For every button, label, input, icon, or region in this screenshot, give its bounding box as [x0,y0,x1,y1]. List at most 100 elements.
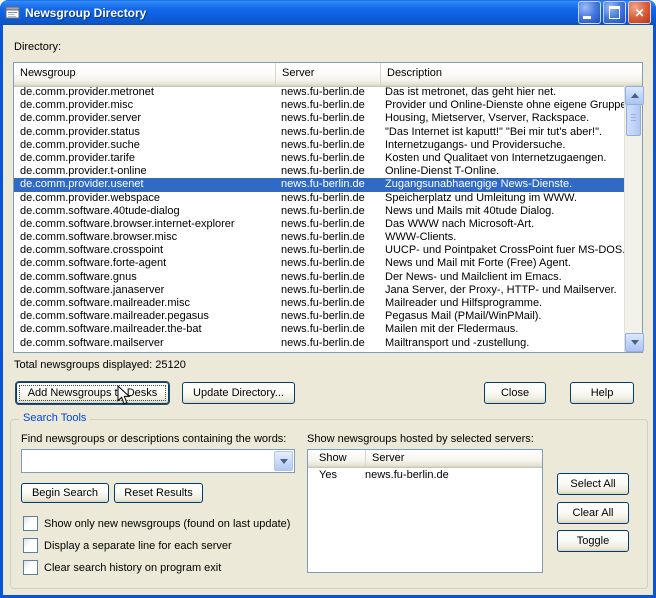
update-directory-button[interactable]: Update Directory... [182,382,295,404]
cell-newsgroup: de.comm.software.mailserver [14,337,275,350]
cell-newsgroup: de.comm.provider.usenet [14,178,275,191]
column-header-newsgroup[interactable]: Newsgroup [14,63,276,86]
table-row[interactable]: de.comm.software.browser.miscnews.fu-ber… [14,231,625,244]
cell-description: Jana Server, der Proxy-, HTTP- und Mails… [379,284,625,297]
column-header-server[interactable]: Server [276,63,381,86]
table-row[interactable]: de.comm.software.forte-agentnews.fu-berl… [14,257,625,270]
cell-newsgroup: de.comm.software.janaserver [14,284,275,297]
cell-newsgroup: de.comm.software.mailreader.misc [14,297,275,310]
cell-newsgroup: de.comm.software.browser.internet-explor… [14,218,275,231]
checkbox-row-new-newsgroups[interactable]: Show only new newsgroups (found on last … [23,516,290,531]
cell-server: news.fu-berlin.de [275,192,379,205]
cell-description: "Das Internet ist kaputt!" "Bei mir tut'… [379,126,625,139]
close-button[interactable]: ✕ [628,1,651,24]
cell-server: news.fu-berlin.de [275,139,379,152]
server-list-header: Show Server [308,450,542,468]
reset-results-button[interactable]: Reset Results [114,483,203,503]
cell-description: Provider und Online-Dienste ohne eigene … [379,99,625,112]
begin-search-button[interactable]: Begin Search [21,483,109,503]
client-area: Directory: Newsgroup Server Description … [3,25,653,595]
table-row[interactable]: de.comm.software.40tude-dialognews.fu-be… [14,205,625,218]
directory-table-body: de.comm.provider.metronetnews.fu-berlin.… [14,86,625,352]
servers-label: Show newsgroups hosted by selected serve… [307,433,534,445]
search-combobox[interactable] [21,449,295,473]
cell-newsgroup: de.comm.provider.webspace [14,192,275,205]
cell-show: Yes [308,468,365,483]
search-input[interactable] [24,452,274,470]
table-row[interactable]: de.comm.provider.suchenews.fu-berlin.deI… [14,139,625,152]
checkbox-row-separate-line[interactable]: Display a separate line for each server [23,538,232,553]
combo-dropdown-button[interactable] [274,451,293,471]
cell-description: Internetzugangs- und Providersuche. [379,139,625,152]
table-row[interactable]: de.comm.provider.statusnews.fu-berlin.de… [14,126,625,139]
total-newsgroups-label: Total newsgroups displayed: 25120 [14,359,186,371]
checkbox-new-newsgroups[interactable] [23,516,38,531]
table-row[interactable]: de.comm.provider.tarifenews.fu-berlin.de… [14,152,625,165]
cell-server: news.fu-berlin.de [275,99,379,112]
cell-server: news.fu-berlin.de [275,244,379,257]
scroll-down-button[interactable] [625,333,644,352]
find-words-label: Find newsgroups or descriptions containi… [21,433,286,445]
table-row[interactable]: de.comm.software.mailreader.the-batnews.… [14,323,625,336]
maximize-button[interactable] [603,1,626,24]
cell-description: Mailtransport und -zustellung. [379,337,625,350]
toggle-button[interactable]: Toggle [557,530,629,552]
table-row[interactable]: de.comm.software.janaservernews.fu-berli… [14,284,625,297]
app-icon [5,5,21,21]
checkbox-separate-line[interactable] [23,538,38,553]
table-row[interactable]: de.comm.provider.miscnews.fu-berlin.dePr… [14,99,625,112]
cell-newsgroup: de.comm.software.crosspoint [14,244,275,257]
search-tools-title: Search Tools [19,412,90,424]
cell-description: Das ist metronet, das geht hier net. [379,86,625,99]
cell-newsgroup: de.comm.provider.t-online [14,165,275,178]
cell-server: news.fu-berlin.de [275,152,379,165]
table-row[interactable]: de.comm.software.gnusnews.fu-berlin.deDe… [14,271,625,284]
search-tools-group: Search Tools Find newsgroups or descript… [10,419,648,589]
cell-newsgroup: de.comm.software.browser.misc [14,231,275,244]
cell-description: Mailen mit der Fledermaus. [379,323,625,336]
cell-newsgroup: de.comm.software.forte-agent [14,257,275,270]
table-row[interactable]: de.comm.provider.t-onlinenews.fu-berlin.… [14,165,625,178]
table-row[interactable]: de.comm.software.crosspointnews.fu-berli… [14,244,625,257]
column-header-server-name[interactable]: Server [366,450,542,467]
server-row[interactable]: Yesnews.fu-berlin.de [308,468,542,483]
column-header-show[interactable]: Show [308,450,366,467]
clear-all-button[interactable]: Clear All [557,502,629,524]
directory-listview: Newsgroup Server Description de.comm.pro… [13,62,643,353]
chevron-down-icon [280,459,288,464]
arrow-up-icon [631,93,639,98]
cell-description: UUCP- und Pointpaket CrossPoint fuer MS-… [379,244,625,257]
server-table-body: Yesnews.fu-berlin.de [308,468,542,483]
scrollbar-thumb[interactable] [626,104,641,136]
cell-description: Das WWW nach Microsoft-Art. [379,218,625,231]
scroll-up-button[interactable] [625,86,644,105]
server-listview: Show Server Yesnews.fu-berlin.de [307,449,543,573]
cell-server: news.fu-berlin.de [275,178,379,191]
help-button[interactable]: Help [570,382,634,404]
cell-server: news.fu-berlin.de [275,165,379,178]
add-newsgroups-button[interactable]: Add Newsgroups to Desks [16,382,169,404]
directory-header: Newsgroup Server Description [14,63,642,87]
close-dialog-button[interactable]: Close [484,382,546,404]
table-row[interactable]: de.comm.software.mailservernews.fu-berli… [14,337,625,350]
table-row[interactable]: de.comm.software.browser.internet-explor… [14,218,625,231]
table-row[interactable]: de.comm.provider.metronetnews.fu-berlin.… [14,86,625,99]
table-row[interactable]: de.comm.provider.usenetnews.fu-berlin.de… [14,178,625,191]
cell-server: news.fu-berlin.de [275,337,379,350]
cell-newsgroup: de.comm.provider.tarife [14,152,275,165]
table-row[interactable]: de.comm.software.mailreader.pegasusnews.… [14,310,625,323]
titlebar[interactable]: Newsgroup Directory ✕ [0,0,656,25]
select-all-button[interactable]: Select All [557,473,629,495]
column-header-description[interactable]: Description [381,63,642,86]
directory-label: Directory: [14,41,61,53]
table-row[interactable]: de.comm.provider.webspacenews.fu-berlin.… [14,192,625,205]
table-row[interactable]: de.comm.software.mailreader.miscnews.fu-… [14,297,625,310]
minimize-button[interactable] [578,1,601,24]
checkbox-clear-history[interactable] [23,560,38,575]
cell-newsgroup: de.comm.provider.misc [14,99,275,112]
vertical-scrollbar[interactable] [624,86,642,352]
cell-server: news.fu-berlin.de [275,323,379,336]
cell-newsgroup: de.comm.software.40tude-dialog [14,205,275,218]
checkbox-row-clear-history[interactable]: Clear search history on program exit [23,560,221,575]
table-row[interactable]: de.comm.provider.servernews.fu-berlin.de… [14,112,625,125]
